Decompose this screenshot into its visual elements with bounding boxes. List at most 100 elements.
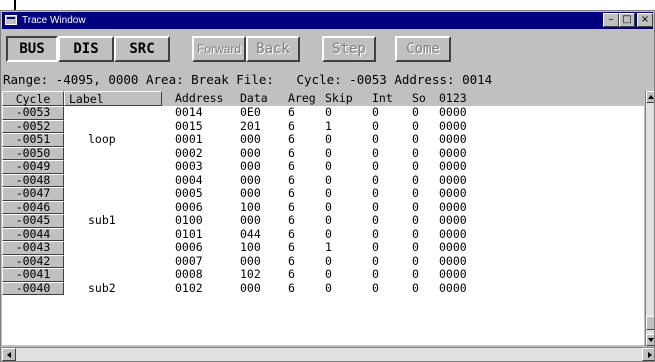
table-row[interactable]: -0042 0007 000 6 0 0 0 0000	[2, 253, 644, 268]
row-so: 0	[412, 267, 419, 281]
row-data: 044	[240, 226, 261, 241]
arrow-down-icon	[648, 338, 654, 342]
src-button[interactable]: SRC	[114, 36, 170, 62]
header-bits: 0123	[439, 91, 467, 105]
row-skip: 0	[325, 280, 332, 295]
row-bits: 0000	[439, 172, 467, 187]
bus-button[interactable]: BUS	[6, 36, 58, 62]
row-areg: 6	[288, 132, 295, 146]
row-cycle[interactable]: -0053	[2, 106, 64, 120]
table-row[interactable]: -0046 0006 100 6 0 0 0 0000	[2, 199, 644, 214]
row-cycle[interactable]: -0042	[2, 254, 64, 268]
row-cycle[interactable]: -0043	[2, 241, 64, 255]
row-int: 0	[372, 105, 379, 119]
scroll-down-button[interactable]	[646, 334, 654, 346]
row-int: 0	[372, 199, 379, 214]
back-button[interactable]: Back	[246, 36, 300, 62]
row-bits: 0000	[439, 240, 467, 254]
row-address: 0015	[175, 118, 203, 133]
row-address: 0101	[175, 226, 203, 241]
come-button[interactable]: Come	[395, 36, 451, 62]
table-row[interactable]: -0052 0015 201 6 1 0 0 0000	[2, 118, 644, 133]
row-int: 0	[372, 253, 379, 268]
table-body: -0053 0014 0E0 6 0 0 0 0000 -0052 0015 201 6 1 0 0 0000…	[2, 105, 644, 295]
row-skip: 0	[325, 213, 332, 227]
row-data: 000	[240, 172, 261, 187]
table-row[interactable]: -0049 0003 000 6 0 0 0 0000	[2, 159, 644, 174]
row-address: 0007	[175, 253, 203, 268]
row-areg: 6	[288, 199, 295, 214]
header-skip: Skip	[325, 91, 353, 105]
row-cycle[interactable]: -0049	[2, 160, 64, 174]
row-cycle[interactable]: -0047	[2, 187, 64, 201]
row-cycle[interactable]: -0040	[2, 281, 64, 295]
row-bits: 0000	[439, 159, 467, 173]
row-areg: 6	[288, 240, 295, 254]
row-data: 000	[240, 159, 261, 173]
row-cycle[interactable]: -0048	[2, 173, 64, 187]
row-label: loop	[88, 132, 116, 146]
row-cycle[interactable]: -0052	[2, 119, 64, 133]
row-address: 0008	[175, 267, 203, 281]
table-row[interactable]: -0044 0101 044 6 0 0 0 0000	[2, 226, 644, 241]
header-address: Address	[175, 91, 224, 105]
row-address: 0005	[175, 186, 203, 200]
row-cycle[interactable]: -0044	[2, 227, 64, 241]
row-int: 0	[372, 145, 379, 160]
row-areg: 6	[288, 145, 295, 160]
table-row[interactable]: -0041 0008 102 6 0 0 0 0000	[2, 267, 644, 282]
table-row[interactable]: -0048 0004 000 6 0 0 0 0000	[2, 172, 644, 187]
row-so: 0	[412, 253, 419, 268]
row-areg: 6	[288, 253, 295, 268]
row-cycle[interactable]: -0041	[2, 268, 64, 282]
row-so: 0	[412, 186, 419, 200]
table-row[interactable]: -0043 0006 100 6 1 0 0 0000	[2, 240, 644, 255]
row-data: 102	[240, 267, 261, 281]
minimize-button[interactable]: –	[603, 13, 619, 27]
dis-button[interactable]: DIS	[58, 36, 114, 62]
horizontal-scrollbar[interactable]	[2, 347, 654, 361]
table-row[interactable]: -0050 0002 000 6 0 0 0 0000	[2, 145, 644, 160]
row-areg: 6	[288, 213, 295, 227]
table-row[interactable]: -0047 0005 000 6 0 0 0 0000	[2, 186, 644, 201]
scroll-up-button[interactable]	[646, 91, 654, 103]
table-header: Cycle Label Address Data Areg Skip Int S…	[2, 91, 644, 106]
row-data: 100	[240, 199, 261, 214]
scroll-right-button[interactable]	[642, 348, 654, 361]
scroll-left-button[interactable]	[2, 348, 16, 361]
row-skip: 0	[325, 145, 332, 160]
row-so: 0	[412, 118, 419, 133]
row-bits: 0000	[439, 186, 467, 200]
trace-info-bar: Range: -4095, 0000 Area: Break File: Cyc…	[3, 72, 493, 87]
vertical-scroll-thumb[interactable]	[646, 316, 654, 330]
row-skip: 0	[325, 105, 332, 119]
row-int: 0	[372, 213, 379, 227]
row-address: 0100	[175, 213, 203, 227]
forward-button[interactable]: Forward	[192, 36, 246, 62]
vertical-scrollbar[interactable]	[645, 91, 654, 346]
row-int: 0	[372, 172, 379, 187]
close-button[interactable]: ×	[637, 13, 653, 27]
row-cycle[interactable]: -0046	[2, 200, 64, 214]
step-button[interactable]: Step	[322, 36, 376, 62]
row-cycle[interactable]: -0045	[2, 214, 64, 228]
row-int: 0	[372, 267, 379, 281]
row-address: 0003	[175, 159, 203, 173]
row-areg: 6	[288, 172, 295, 187]
trace-window: Trace Window – □ × BUS DIS SRC Forward B…	[0, 10, 655, 362]
table-row[interactable]: -0053 0014 0E0 6 0 0 0 0000	[2, 105, 644, 120]
maximize-button[interactable]: □	[619, 13, 635, 27]
row-cycle[interactable]: -0050	[2, 146, 64, 160]
row-areg: 6	[288, 226, 295, 241]
row-cycle[interactable]: -0051	[2, 133, 64, 147]
row-label: sub1	[88, 213, 116, 227]
row-so: 0	[412, 159, 419, 173]
title-bar[interactable]: Trace Window – □ ×	[2, 12, 653, 29]
row-skip: 0	[325, 267, 332, 281]
table-row[interactable]: -0045 sub1 0100 000 6 0 0 0 0000	[2, 213, 644, 228]
arrow-up-icon	[648, 95, 654, 99]
header-label[interactable]: Label	[64, 91, 162, 106]
table-row[interactable]: -0051 loop 0001 000 6 0 0 0 0000	[2, 132, 644, 147]
header-cycle[interactable]: Cycle	[2, 91, 64, 106]
table-row[interactable]: -0040 sub2 0102 000 6 0 0 0 0000	[2, 280, 644, 295]
